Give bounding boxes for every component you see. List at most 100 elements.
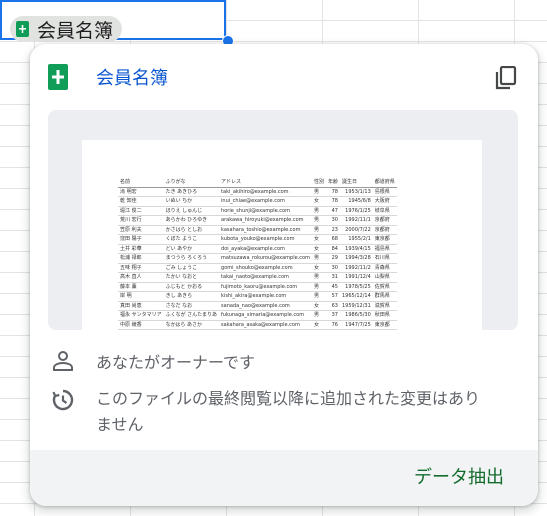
thumbnail-header-cell: アドレス [219,178,312,188]
thumbnail-cell: 76 [325,320,340,330]
thumbnail-cell: fujimoto_kaoru@example.com [219,282,312,292]
file-thumbnail[interactable]: 名前 ふりがな アドレス 性別 年齢 誕生日 都道府県 滝 明宏 たき あきひろ taki_ak… [48,110,518,330]
thumbnail-row: 窪田 陽子 くぼた ようこ kubota_youko@example.com 女 68 1… [118,234,397,245]
thumbnail-cell: ふくなが さんたまりあ [163,310,220,321]
thumbnail-cell: 女 [311,263,326,273]
thumbnail-cell: くぼた ようこ [163,234,220,245]
thumbnail-cell: 五味 翔子 [118,263,164,273]
thumbnail-row: 土井 彩華 どい あやか doi_ayaka@example.com 女 84 1939/… [118,244,397,254]
thumbnail-cell: kasahara_toshio@example.com [219,225,312,235]
thumbnail-row: 滝 明宏 たき あきひろ taki_akihiro@example.com 男 78 19… [118,187,397,197]
owner-row: あなたがオーナーです [52,350,255,376]
thumbnail-cell: 27 [325,329,340,330]
thumbnail-cell: 女 [311,301,326,311]
thumbnail-cell: 鳥取県 [372,329,397,330]
thumbnail-cell: 31 [325,272,340,283]
thumbnail-cell: 78 [325,196,340,207]
thumbnail-header-cell: 性別 [311,178,326,188]
thumbnail-row: 福永 サンタマリア ふくなが さんたまりあ fukunaga_simaria@exa… [118,310,397,321]
thumbnail-cell: 男 [311,282,326,292]
thumbnail-cell: 男 [311,253,326,264]
thumbnail-cell: arakawa_hiroyuki@example.com [219,215,312,226]
thumbnail-page: 名前 ふりがな アドレス 性別 年齢 誕生日 都道府県 滝 明宏 たき あきひろ taki_ak… [82,140,482,330]
thumbnail-cell: 1976/1/25 [339,206,373,216]
file-smart-chip[interactable]: 会員名簿 [10,16,123,42]
thumbnail-cell: horie_shunji@example.com [219,206,312,216]
thumbnail-cell: inui_chiae@example.com [219,196,312,207]
thumbnail-cell: kishi_akira@example.com [219,291,312,302]
thumbnail-cell: いしかわ たけし [163,329,220,330]
thumbnail-cell: 84 [325,244,340,254]
thumbnail-row: 岸 明きし あきら kishi_akira@example.com 男 57 1965/… [118,291,397,302]
thumbnail-row: 中原 綾香 なかはら あさか sakahara_asaka@example.com 女… [118,320,397,330]
thumbnail-cell: 男 [311,329,326,330]
thumbnail-row: 真田 尚恵 さなだ なお sanada_nao@example.com 女 63 1959… [118,301,397,311]
thumbnail-cell: 1947/7/25 [339,320,373,330]
thumbnail-row: 石川 丈史いしかわ たけしishikawa_takeshi@example.co… [118,329,397,330]
thumbnail-cell: さなだ なお [163,301,220,311]
thumbnail-cell: doi_ayaka@example.com [219,244,312,254]
thumbnail-cell: まつうら ろくろう [163,253,220,264]
thumbnail-cell: あらかわ ひろゆき [163,215,220,226]
thumbnail-cell: 女 [311,244,326,254]
thumbnail-cell: 30 [325,215,340,226]
changes-row: このファイルの最終閲覧以降に追加された変更はありません [52,386,492,438]
sheets-icon [48,64,68,90]
thumbnail-row: 笠原 利夫 かさはら としお kasahara_toshio@example.com… [118,225,397,235]
thumbnail-cell: 福永 サンタマリア [118,310,164,321]
thumbnail-cell: 1945/6/8 [339,196,373,207]
history-icon [52,389,74,411]
thumbnail-row: 堀江 俊二 ほりえ しゅんじ horie_shunji@example.com 男 47… [118,206,397,216]
thumbnail-cell: 63 [325,301,340,311]
thumbnail-cell: きし あきら [163,291,220,302]
thumbnail-cell: 笠原 利夫 [118,225,164,235]
thumbnail-cell: sakahara_asaka@example.com [219,320,312,330]
sheets-icon [16,21,29,37]
thumbnail-table: 名前 ふりがな アドレス 性別 年齢 誕生日 都道府県 滝 明宏 たき あきひろ taki_ak… [118,178,397,330]
thumbnail-cell: 京都府 [372,215,397,226]
changes-text: このファイルの最終閲覧以降に追加された変更はありません [96,389,481,434]
thumbnail-row: 乾 知佳 いぬい ちか inui_chiae@example.com 女 78 1945/… [118,196,397,207]
thumbnail-cell: 岸 明 [118,291,164,302]
card-footer: データ抽出 [30,450,538,506]
thumbnail-cell: 1996/4/3 [339,329,373,330]
thumbnail-cell: 男 [311,206,326,216]
chip-label: 会員名簿 [37,19,114,42]
thumbnail-cell: gomi_shouko@example.com [219,263,312,273]
thumbnail-header-cell: 誕生日 [339,178,373,188]
thumbnail-cell: 1986/5/30 [339,310,373,321]
thumbnail-cell: 78 [325,187,340,197]
thumbnail-cell: 中原 綾香 [118,320,164,330]
thumbnail-cell: 1978/5/25 [339,282,373,292]
thumbnail-cell: ふじもと かおる [163,282,220,292]
thumbnail-cell: 1955/2/1 [339,234,373,245]
thumbnail-row: 藤本 薫ふじもと かおる fujimoto_kaoru@example.com 男 4… [118,282,397,292]
thumbnail-cell: なかはら あさか [163,320,220,330]
thumbnail-cell: 大阪府 [372,196,397,207]
file-title-link[interactable]: 会員名簿 [96,64,168,90]
thumbnail-cell: 男 [311,291,326,302]
thumbnail-cell: たかい なおと [163,272,220,283]
thumbnail-cell: 男 [311,187,326,197]
thumbnail-cell: 47 [325,206,340,216]
card-header: 会員名簿 [48,64,168,90]
copy-button[interactable] [492,64,520,92]
thumbnail-cell: 島根県 [372,187,397,197]
thumbnail-cell: 1992/11/1 [339,215,373,226]
thumbnail-cell: 佐賀県 [372,282,397,292]
thumbnail-cell: 57 [325,291,340,302]
thumbnail-row: 荒川 宏行 あらかわ ひろゆき arakawa_hiroyuki@example.c… [118,215,397,226]
thumbnail-row: 松浦 禄郎 まつうら ろくろう matsuzawa_rokurou@example.… [118,253,397,264]
selected-cell[interactable]: 会員名簿 [0,0,226,42]
thumbnail-cell: ishikawa_takeshi@example.com [219,329,312,330]
thumbnail-cell: 男 [311,225,326,235]
thumbnail-cell: takai_naoto@example.com [219,272,312,283]
thumbnail-cell: taki_akihiro@example.com [219,187,312,197]
extract-data-button[interactable]: データ抽出 [414,463,504,489]
thumbnail-cell: 東京都 [372,234,397,245]
thumbnail-cell: 秋田県 [372,310,397,321]
thumbnail-cell: 1994/3/28 [339,253,373,264]
thumbnail-cell: 群馬県 [372,291,397,302]
thumbnail-cell: 男 [311,272,326,283]
thumbnail-cell: 藤本 薫 [118,282,164,292]
